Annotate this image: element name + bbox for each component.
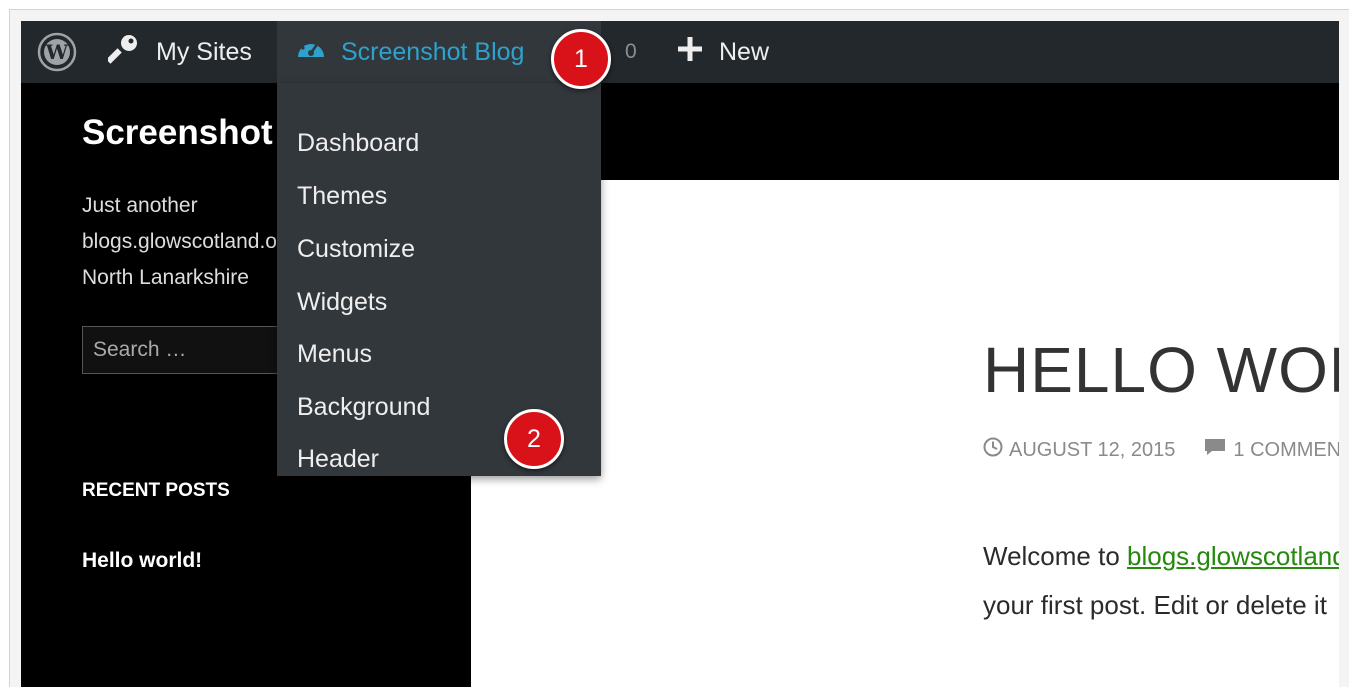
post-comments-link[interactable]: 1 COMMENT bbox=[1233, 439, 1339, 462]
site-tagline: Just another blogs.glowscotland.org.uk N… bbox=[82, 188, 292, 296]
menu-item-header[interactable]: Header bbox=[297, 439, 379, 479]
menu-item-menus[interactable]: Menus bbox=[297, 334, 372, 374]
site-header bbox=[471, 83, 1339, 180]
menu-item-customize[interactable]: Customize bbox=[297, 229, 415, 269]
post-title[interactable]: HELLO WORLD! bbox=[983, 333, 1339, 407]
post-body-link[interactable]: blogs.glowscotland.org.uk bbox=[1127, 541, 1339, 571]
menu-item-dashboard[interactable]: Dashboard bbox=[297, 123, 419, 163]
tagline-line: blogs.glowscotland.org.uk bbox=[82, 230, 292, 253]
site-name-label: Screenshot Blog bbox=[341, 37, 525, 66]
post-date[interactable]: AUGUST 12, 2015 bbox=[1009, 439, 1175, 462]
menu-item-background[interactable]: Background bbox=[297, 387, 430, 427]
step-badge-2: 2 bbox=[504, 409, 564, 469]
menu-item-widgets[interactable]: Widgets bbox=[297, 282, 387, 322]
my-sites-label: My Sites bbox=[156, 37, 252, 66]
step-badge-1: 1 bbox=[551, 29, 611, 89]
screenshot-frame: W My Sites Screenshot Blog 0 New Screens… bbox=[9, 9, 1349, 687]
plus-icon bbox=[677, 36, 703, 69]
svg-text:W: W bbox=[45, 40, 69, 64]
search-placeholder: Search … bbox=[93, 338, 187, 361]
tagline-line: North Lanarkshire bbox=[82, 266, 249, 289]
new-content-menu[interactable]: New bbox=[677, 21, 769, 83]
recent-post-link[interactable]: Hello world! bbox=[82, 549, 202, 573]
wordpress-logo-icon[interactable]: W bbox=[37, 21, 77, 83]
my-sites-menu[interactable]: My Sites bbox=[106, 21, 252, 83]
dashboard-gauge-icon bbox=[295, 33, 327, 72]
menu-item-themes[interactable]: Themes bbox=[297, 176, 387, 216]
post-body: Welcome to blogs.glowscotland.org.uk you… bbox=[983, 532, 1339, 630]
tagline-line: Just another bbox=[82, 194, 198, 217]
post-body-text: Welcome to bbox=[983, 541, 1128, 571]
post-meta: AUGUST 12, 2015 1 COMMENT bbox=[983, 437, 1339, 463]
browser-content: W My Sites Screenshot Blog 0 New Screens… bbox=[21, 21, 1339, 687]
recent-posts-heading: RECENT POSTS bbox=[82, 480, 230, 501]
clock-icon bbox=[983, 437, 1003, 463]
search-input[interactable]: Search … bbox=[82, 326, 282, 374]
key-icon bbox=[106, 33, 140, 72]
comment-icon bbox=[1203, 437, 1227, 463]
comments-count-label: 0 bbox=[625, 40, 637, 63]
new-label: New bbox=[719, 37, 770, 66]
admin-bar: W My Sites Screenshot Blog 0 New bbox=[21, 21, 1339, 83]
comments-count[interactable]: 0 bbox=[625, 21, 637, 83]
post-body-text: your first post. Edit or delete it bbox=[983, 590, 1327, 620]
